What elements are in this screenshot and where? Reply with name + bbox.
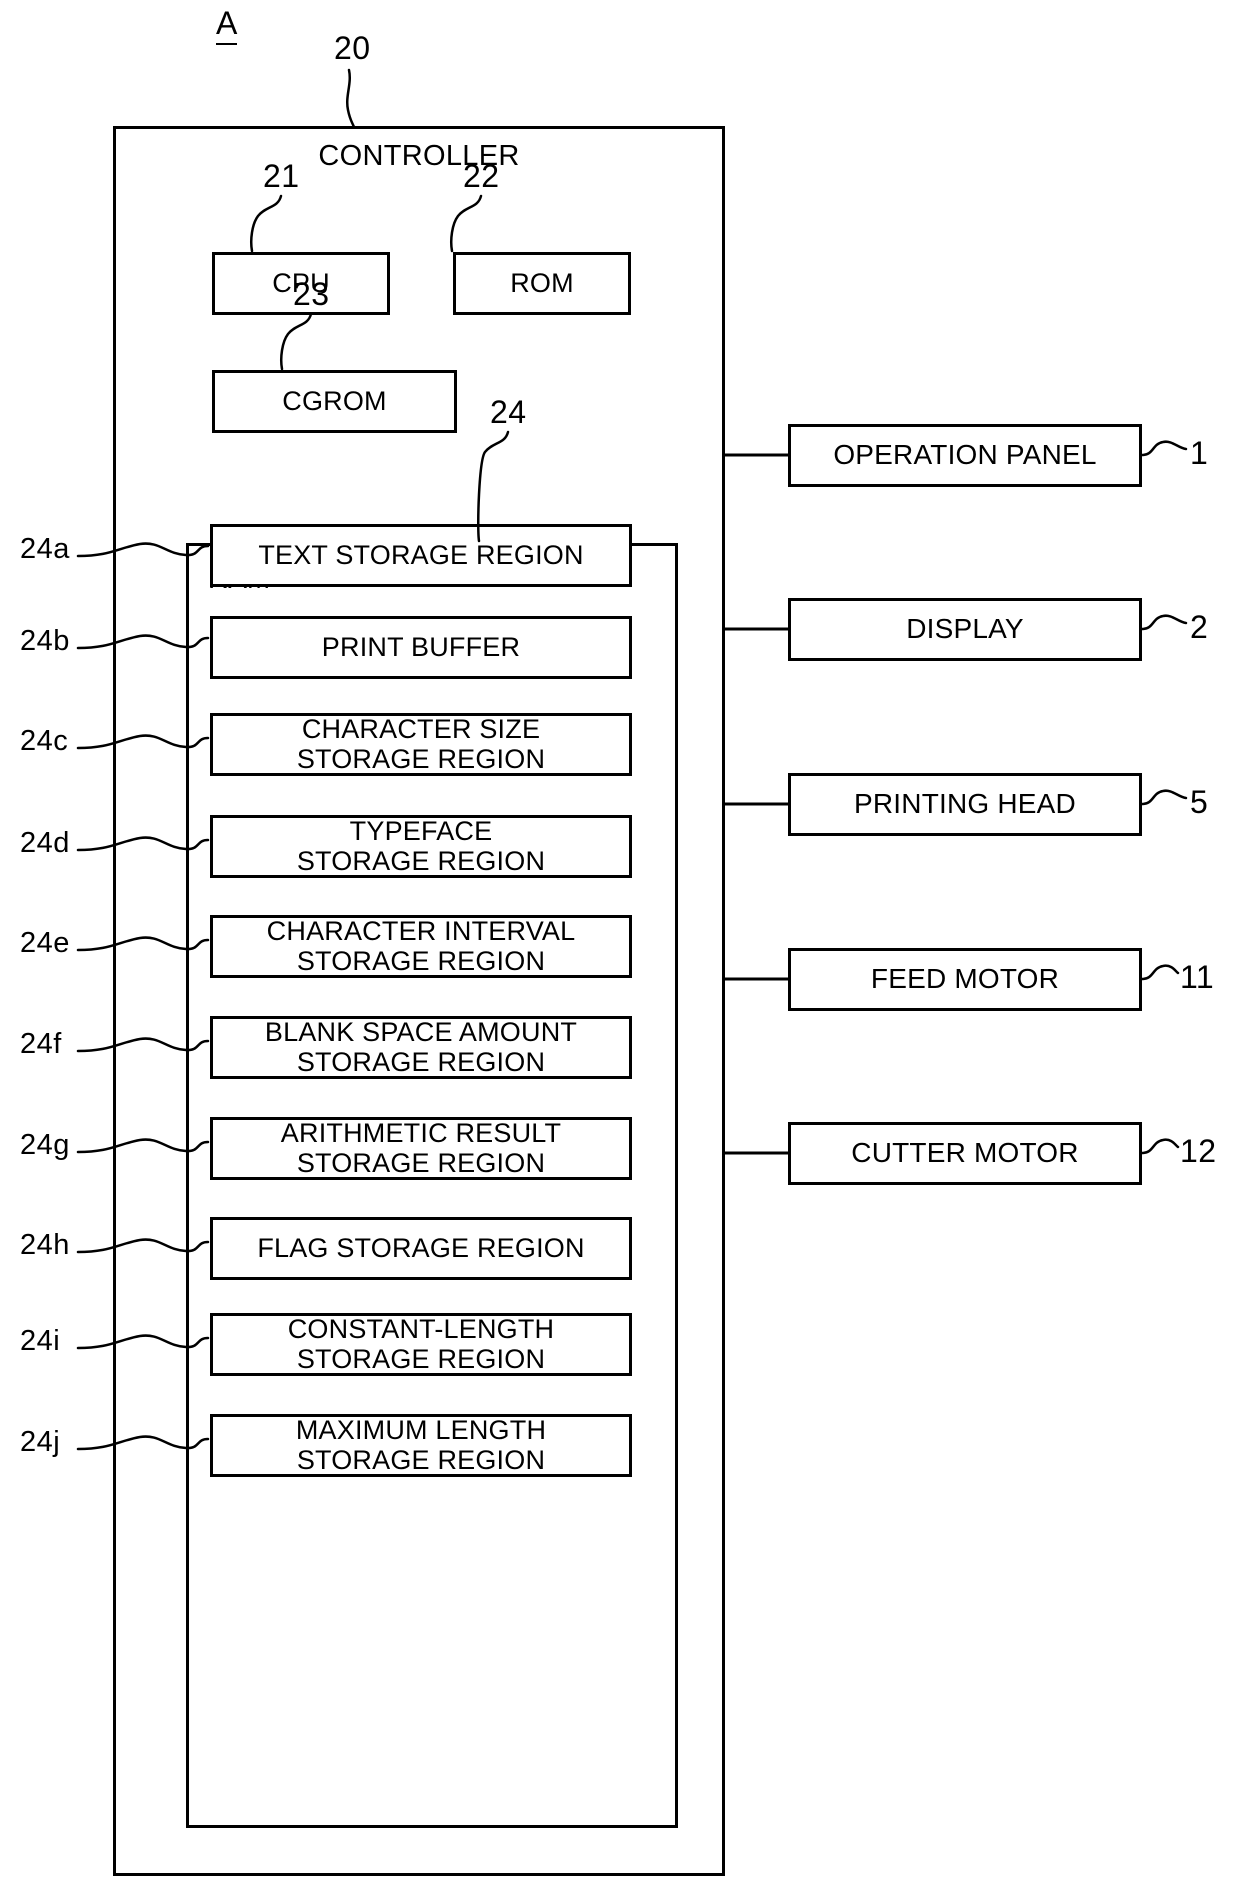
leader-line-ref-1 [1140,440,1188,457]
controller-title: CONTROLLER [318,140,520,172]
cutter-motor-label: CUTTER MOTOR [851,1137,1079,1169]
ref-numeral-24e: 24e [20,927,70,959]
cgrom-block: CGROM [212,370,457,433]
printing-head-block: PRINTING HEAD [788,773,1142,836]
storage-region-label-24f: BLANK SPACE AMOUNT STORAGE REGION [264,1017,578,1077]
storage-region-box-24h: FLAG STORAGE REGION [210,1217,632,1280]
storage-region-label-24i: CONSTANT-LENGTH STORAGE REGION [287,1314,555,1374]
storage-region-label-24h: FLAG STORAGE REGION [257,1232,585,1263]
storage-region-box-24f: BLANK SPACE AMOUNT STORAGE REGION [210,1016,632,1079]
ref-numeral-24d: 24d [20,827,70,859]
ref-numeral-11: 11 [1180,959,1215,995]
ref-numeral-23: 23 [293,276,330,312]
storage-region-label-24c: CHARACTER SIZE STORAGE REGION [296,714,546,774]
storage-region-label-24e: CHARACTER INTERVAL STORAGE REGION [266,916,576,976]
storage-region-label-24j: MAXIMUM LENGTH STORAGE REGION [295,1415,547,1475]
storage-region-label-24b: PRINT BUFFER [321,631,521,662]
ref-numeral-22: 22 [463,158,500,194]
ref-numeral-24g: 24g [20,1129,70,1161]
leader-line-20 [346,68,356,129]
ref-numeral-24c: 24c [20,725,69,757]
leader-line-ref-5 [1140,789,1188,806]
storage-region-label-24g: ARITHMETIC RESULT STORAGE REGION [280,1118,562,1178]
storage-region-box-24b: PRINT BUFFER [210,616,632,679]
operation-panel-block: OPERATION PANEL [788,424,1142,487]
leader-line-ref-2 [1140,614,1188,631]
feed-motor-block: FEED MOTOR [788,948,1142,1011]
ref-numeral-24h: 24h [20,1229,70,1261]
part-letter-a: A [216,5,238,46]
storage-region-label-24d: TYPEFACE STORAGE REGION [296,816,546,876]
storage-region-box-24e: CHARACTER INTERVAL STORAGE REGION [210,915,632,978]
ref-numeral-1: 1 [1190,435,1209,471]
rom-block: ROM [453,252,631,315]
ref-numeral-21: 21 [263,158,300,194]
ref-numeral-12: 12 [1180,1133,1217,1169]
printing-head-label: PRINTING HEAD [854,788,1076,820]
ref-numeral-24a: 24a [20,533,70,565]
ref-numeral-5: 5 [1190,784,1209,820]
feed-motor-label: FEED MOTOR [870,963,1060,995]
ref-numeral-24i: 24i [20,1325,61,1357]
ref-numeral-24b: 24b [20,625,70,657]
storage-region-box-24c: CHARACTER SIZE STORAGE REGION [210,713,632,776]
storage-region-box-24d: TYPEFACE STORAGE REGION [210,815,632,878]
leader-line-ref-12 [1140,1138,1180,1155]
storage-region-box-24j: MAXIMUM LENGTH STORAGE REGION [210,1414,632,1477]
storage-region-box-24g: ARITHMETIC RESULT STORAGE REGION [210,1117,632,1180]
cgrom-block-label: CGROM [282,385,387,416]
ref-numeral-2: 2 [1190,609,1209,645]
ref-numeral-24f: 24f [20,1028,62,1060]
leader-line-ref-11 [1140,964,1180,981]
figure-canvas: A CONTROLLER 20 CPU 21 ROM 22 CGROM 23 R… [0,0,1240,1894]
ref-numeral-20: 20 [334,30,371,66]
storage-region-box-24a: TEXT STORAGE REGION [210,524,632,587]
rom-block-label: ROM [510,267,574,298]
storage-region-box-24i: CONSTANT-LENGTH STORAGE REGION [210,1313,632,1376]
display-label: DISPLAY [906,613,1024,645]
storage-region-label-24a: TEXT STORAGE REGION [258,539,584,570]
ref-numeral-24j: 24j [20,1426,61,1458]
ref-numeral-24: 24 [490,394,527,430]
cutter-motor-block: CUTTER MOTOR [788,1122,1142,1185]
display-block: DISPLAY [788,598,1142,661]
operation-panel-label: OPERATION PANEL [833,439,1097,471]
